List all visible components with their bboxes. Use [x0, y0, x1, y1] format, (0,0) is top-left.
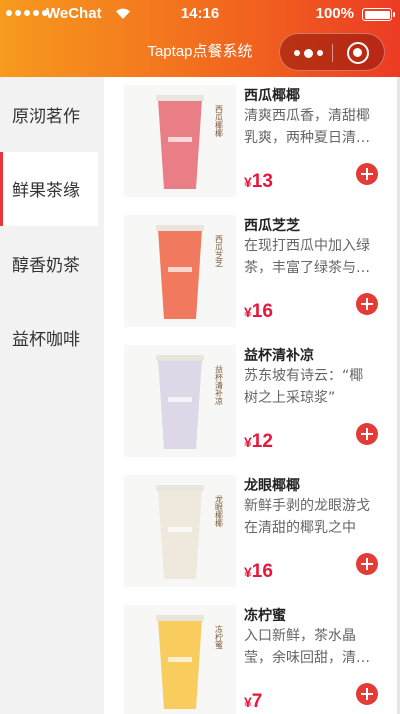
product-image: 冻柠蜜: [124, 605, 236, 714]
product-card[interactable]: 西瓜芝芝 西瓜芝芝 在现打西瓜中加入绿茶，丰富了绿茶与西瓜的口感 ¥16: [104, 207, 400, 337]
product-image: 益杯清补凉: [124, 345, 236, 457]
price-value: 12: [251, 431, 273, 452]
price-currency: ¥: [244, 434, 252, 450]
product-description: 入口新鲜，茶水晶莹，余味回甜，清爽解渴: [244, 628, 370, 666]
product-name: 益杯清补凉: [244, 348, 314, 364]
status-bar: WeChat 14:16 100%: [0, 0, 400, 28]
product-card[interactable]: 益杯清补凉 益杯清补凉 苏东坡有诗云：“椰树之上采琼浆” ¥12: [104, 337, 400, 467]
product-image: 西瓜芝芝: [124, 215, 236, 327]
cup-vertical-label: 西瓜椰椰: [215, 105, 224, 138]
cup-vertical-label: 龙眼椰椰: [215, 494, 224, 528]
price-value: 13: [251, 171, 273, 192]
product-description: 在现打西瓜中加入绿茶，丰富了绿茶与西瓜的口感: [244, 238, 370, 276]
product-image: 龙眼椰椰: [124, 475, 236, 587]
product-price: ¥16: [244, 561, 273, 583]
capsule-divider: [332, 44, 333, 62]
product-name: 冻柠蜜: [244, 608, 286, 624]
drink-cup-illustration: 益杯清补凉: [156, 355, 224, 449]
product-card[interactable]: 西瓜椰椰 西瓜椰椰 清爽西瓜香，清甜椰乳爽，两种夏日清凉一杯尽享 ¥13: [104, 77, 400, 207]
category-item-active[interactable]: 鲜果茶缘: [0, 151, 98, 226]
price-value: 7: [251, 691, 263, 712]
product-description: 新鲜手剥的龙眼游戈在清甜的椰乳之中: [244, 498, 370, 536]
product-description: 清爽西瓜香，清甜椰乳爽，两种夏日清凉一杯尽享: [244, 108, 370, 146]
cup-vertical-label: 冻柠蜜: [215, 624, 224, 650]
product-card[interactable]: 冻柠蜜 冻柠蜜 入口新鲜，茶水晶莹，余味回甜，清爽解渴 ¥7: [104, 597, 400, 714]
add-to-cart-button[interactable]: [356, 163, 378, 185]
price-value: 16: [251, 301, 273, 322]
price-currency: ¥: [244, 694, 252, 710]
category-label: 鲜果茶缘: [12, 181, 80, 202]
close-miniprogram-icon[interactable]: [347, 42, 369, 64]
category-item[interactable]: 原沏茗作: [0, 77, 98, 152]
drink-cup-illustration: 冻柠蜜: [156, 615, 224, 709]
miniprogram-capsule: [279, 33, 385, 71]
app-header: WeChat 14:16 100% Taptap点餐系统: [0, 0, 400, 77]
add-to-cart-button[interactable]: [356, 553, 378, 575]
cup-vertical-label: 西瓜芝芝: [215, 235, 224, 268]
more-options-icon[interactable]: [290, 42, 326, 64]
category-item[interactable]: 醇香奶茶: [0, 226, 98, 301]
product-price: ¥16: [244, 301, 273, 323]
drink-cup-illustration: 龙眼椰椰: [156, 485, 224, 579]
product-name: 西瓜椰椰: [244, 88, 300, 104]
add-to-cart-button[interactable]: [356, 683, 378, 705]
category-label: 醇香奶茶: [12, 255, 80, 276]
add-to-cart-button[interactable]: [356, 293, 378, 315]
category-label: 原沏茗作: [12, 106, 80, 127]
category-item[interactable]: 益杯咖啡: [0, 301, 98, 376]
product-name: 西瓜芝芝: [244, 218, 300, 234]
product-card[interactable]: 龙眼椰椰 龙眼椰椰 新鲜手剥的龙眼游戈在清甜的椰乳之中 ¥16: [104, 467, 400, 597]
cup-vertical-label: 益杯清补凉: [215, 364, 224, 405]
category-sidebar: 原沏茗作 鲜果茶缘 醇香奶茶 益杯咖啡: [0, 77, 98, 375]
drink-cup-illustration: 西瓜芝芝: [156, 225, 224, 319]
product-list: 西瓜椰椰 西瓜椰椰 清爽西瓜香，清甜椰乳爽，两种夏日清凉一杯尽享 ¥13 西瓜芝…: [104, 77, 400, 714]
product-description: 苏东坡有诗云：“椰树之上采琼浆”: [244, 368, 364, 406]
category-label: 益杯咖啡: [12, 330, 80, 351]
price-currency: ¥: [244, 304, 252, 320]
price-currency: ¥: [244, 564, 252, 580]
product-image: 西瓜椰椰: [124, 85, 236, 197]
product-price: ¥7: [244, 691, 262, 713]
battery-percentage: 100%: [315, 5, 354, 22]
drink-cup-illustration: 西瓜椰椰: [156, 95, 224, 189]
product-price: ¥12: [244, 431, 273, 453]
price-value: 16: [251, 561, 273, 582]
product-name: 龙眼椰椰: [244, 478, 300, 494]
battery-icon: [362, 8, 395, 21]
add-to-cart-button[interactable]: [356, 423, 378, 445]
product-price: ¥13: [244, 171, 273, 193]
price-currency: ¥: [244, 174, 252, 190]
